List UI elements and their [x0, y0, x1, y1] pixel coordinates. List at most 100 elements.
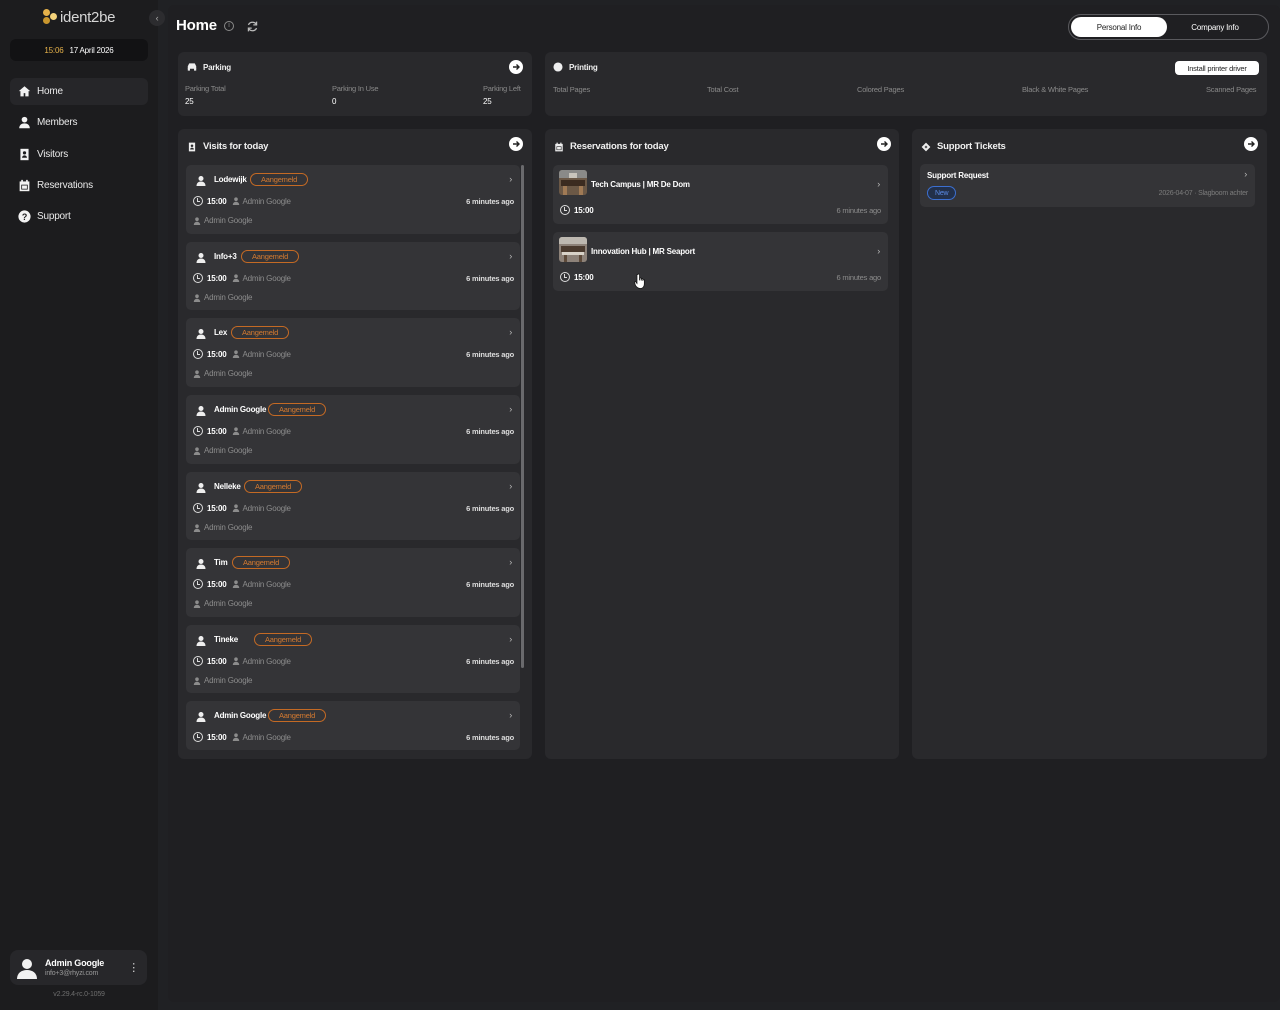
person-icon	[196, 406, 206, 416]
more-vertical-icon[interactable]: ⋮	[128, 961, 139, 974]
visitor-name: Tim	[214, 558, 228, 567]
visit-time-row: 15:00 Admin Google	[193, 579, 291, 589]
reservation-item[interactable]: Innovation Hub | MR Seaport › 15:00 6 mi…	[553, 232, 888, 291]
printing-card-header: Printing	[553, 62, 598, 72]
visit-host: Admin Google	[232, 657, 291, 666]
user-card[interactable]: Admin Google info+3@rhyzi.com ⋮	[10, 950, 147, 985]
sidebar-item-visitors[interactable]: Visitors	[10, 141, 148, 168]
created-by-name: Admin Google	[204, 369, 253, 378]
person-icon	[233, 504, 240, 512]
company-info-toggle[interactable]: Company Info	[1167, 17, 1263, 37]
person-icon	[193, 293, 201, 302]
visit-ago: 6 minutes ago	[466, 274, 514, 283]
parking-card-header: Parking	[187, 62, 231, 72]
person-icon	[193, 446, 201, 455]
visit-time: 15:00	[207, 349, 227, 359]
visit-time: 15:00	[207, 196, 227, 206]
sidebar-item-home[interactable]: Home	[10, 78, 148, 105]
parking-left-value: 25	[483, 97, 492, 106]
created-by-name: Admin Google	[204, 293, 253, 302]
calendar-icon	[19, 179, 30, 192]
parking-open-button[interactable]	[509, 60, 523, 74]
person-icon	[193, 216, 201, 225]
clock-icon	[560, 205, 570, 215]
sidebar-item-members[interactable]: Members	[10, 109, 148, 136]
visit-item[interactable]: Admin Google Aangemeld › 15:00 Admin Google 6…	[186, 395, 520, 464]
help-icon: ?	[18, 210, 31, 223]
person-icon	[196, 636, 206, 646]
reservation-time: 15:00	[560, 272, 594, 282]
ticket-title: Support Request	[927, 171, 989, 180]
visit-time: 15:00	[207, 426, 227, 436]
reservation-name: Tech Campus | MR De Dom	[591, 180, 690, 189]
visit-item[interactable]: Info+3 Aangemeld › 15:00 Admin Google 6 minut…	[186, 242, 520, 310]
visit-item[interactable]: Lodewijk Aangemeld › 15:00 Admin Google 6 min…	[186, 165, 520, 234]
visit-item[interactable]: Nelleke Aangemeld › 15:00 Admin Google 6 minu…	[186, 472, 520, 540]
chevron-right-icon: ›	[1244, 169, 1247, 179]
clock-icon	[560, 272, 570, 282]
refresh-icon[interactable]	[246, 20, 259, 33]
status-badge: Aangemeld	[244, 480, 303, 493]
ticket-status-badge: New	[927, 186, 957, 200]
info-toggle: Personal Info Company Info	[1068, 14, 1269, 40]
person-icon	[196, 559, 206, 569]
visits-open-button[interactable]	[509, 137, 523, 151]
host-name: Admin Google	[242, 196, 291, 206]
sidebar-item-reservations[interactable]: Reservations	[10, 172, 148, 199]
visit-host: Admin Google	[232, 274, 291, 283]
clock-icon	[193, 656, 203, 666]
person-icon	[196, 712, 206, 722]
person-icon	[193, 523, 201, 532]
reservation-ago: 6 minutes ago	[836, 273, 881, 282]
visits-scrollbar[interactable]	[521, 165, 524, 668]
printing-card: Printing Total Pages Total Cost Colored …	[545, 52, 1267, 116]
ticket-item[interactable]: Support Request › New 2026-04-07 · Slagb…	[920, 164, 1255, 207]
arrow-right-icon	[1248, 141, 1255, 147]
parking-total-label: Parking Total	[185, 84, 226, 93]
status-badge: Aangemeld	[268, 709, 327, 722]
reservation-item[interactable]: Tech Campus | MR De Dom › 15:00 6 minute…	[553, 165, 888, 224]
total-pages-label: Total Pages	[553, 85, 590, 94]
install-printer-driver-button[interactable]: Install printer driver	[1175, 61, 1259, 75]
reservations-open-button[interactable]	[877, 137, 891, 151]
person-icon	[196, 329, 206, 339]
visits-card-header: Visits for today	[187, 141, 268, 152]
hand-cursor-icon	[634, 273, 645, 289]
clock-icon	[193, 196, 203, 206]
visit-ago: 6 minutes ago	[466, 504, 514, 513]
diamond-icon	[921, 142, 931, 151]
sidebar-item-label: Members	[37, 117, 78, 129]
visits-title: Visits for today	[203, 141, 269, 152]
sidebar-item-label: Support	[37, 211, 71, 223]
user-email: info+3@rhyzi.com	[45, 970, 99, 977]
collapse-sidebar-button[interactable]: ‹	[149, 10, 165, 26]
chevron-right-icon: ›	[509, 634, 512, 644]
visit-time: 15:00	[207, 503, 227, 513]
host-name: Admin Google	[242, 732, 291, 742]
visit-created-by: Admin Google	[193, 216, 252, 225]
sidebar-item-label: Reservations	[37, 179, 93, 191]
person-icon	[19, 117, 30, 129]
visit-item[interactable]: Lex Aangemeld › 15:00 Admin Google 6 minutes …	[186, 318, 520, 387]
visit-ago: 6 minutes ago	[466, 657, 514, 666]
info-icon[interactable]: i	[223, 20, 234, 31]
visit-created-by: Admin Google	[193, 676, 252, 685]
tickets-open-button[interactable]	[1244, 137, 1258, 151]
person-icon	[196, 483, 206, 493]
sidebar-item-support[interactable]: ? Support	[10, 203, 148, 230]
sidebar-nav: Home Members Visitors Reservations ? Sup…	[10, 78, 148, 234]
person-icon	[233, 427, 240, 435]
arrow-right-icon	[513, 64, 520, 70]
personal-info-toggle[interactable]: Personal Info	[1071, 17, 1167, 37]
user-name: Admin Google	[45, 958, 105, 968]
visit-time: 15:00	[207, 732, 227, 742]
logo[interactable]: ident2be	[41, 8, 115, 26]
visit-item[interactable]: Admin Google Aangemeld › 15:00 Admin Google 6…	[186, 701, 520, 750]
visitor-name: Admin Google	[214, 405, 267, 414]
visitor-name: Lodewijk	[214, 175, 247, 184]
person-icon	[193, 369, 201, 378]
status-badge: Aangemeld	[241, 250, 300, 263]
ticket-meta: 2026-04-07 · Slagboom achter	[1158, 190, 1249, 197]
visit-item[interactable]: Tineke Aangemeld › 15:00 Admin Google 6 minut…	[186, 625, 520, 693]
visit-item[interactable]: Tim Aangemeld › 15:00 Admin Google 6 minutes …	[186, 548, 520, 617]
